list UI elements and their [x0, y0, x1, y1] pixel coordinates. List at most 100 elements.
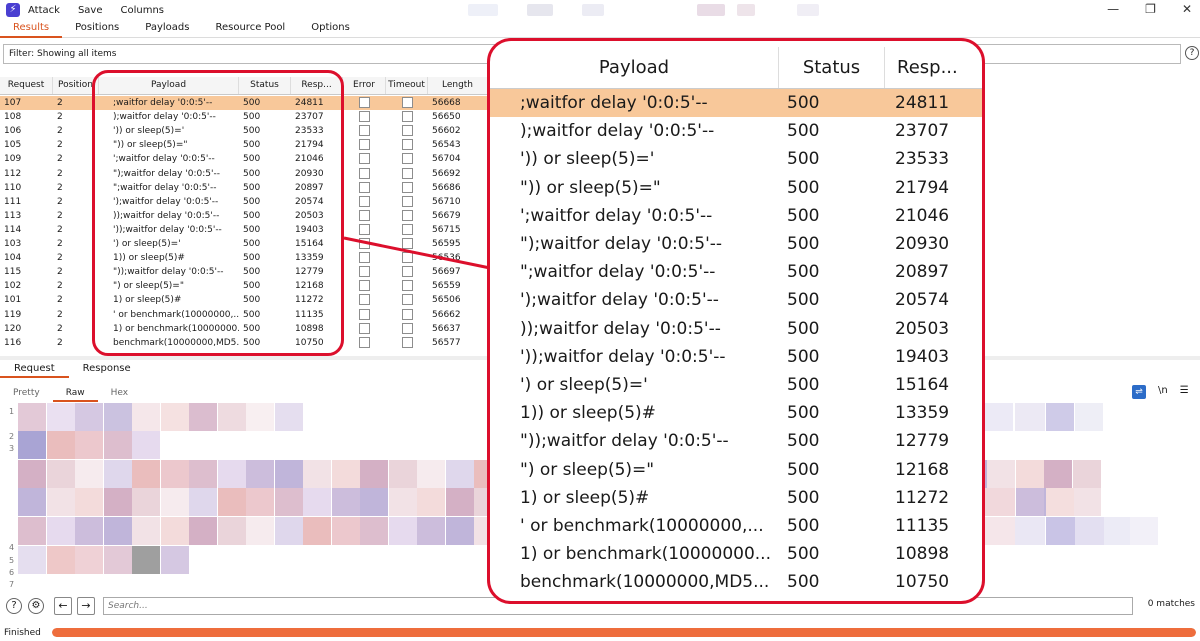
error-checkbox[interactable] — [359, 308, 370, 320]
error-checkbox[interactable] — [359, 322, 370, 334]
help-icon[interactable]: ? — [1185, 46, 1199, 60]
timeout-checkbox[interactable] — [401, 111, 413, 123]
zoom-response-cell: 13359 — [895, 403, 950, 424]
zoom-response-cell: 21046 — [895, 205, 950, 226]
zoom-response-cell: 12168 — [895, 459, 950, 480]
zoom-column-status: Status — [779, 47, 885, 88]
column-header-request[interactable]: Request — [0, 77, 53, 94]
error-checkbox[interactable] — [359, 209, 370, 221]
blurred-content — [1015, 488, 1044, 516]
timeout-checkbox[interactable] — [401, 195, 413, 207]
length-cell: 56543 — [432, 140, 461, 151]
zoom-status-cell: 500 — [787, 177, 820, 198]
blurred-content — [75, 488, 103, 516]
column-header-length[interactable]: Length — [428, 77, 488, 94]
blurred-content — [1015, 460, 1044, 488]
tab-raw[interactable]: Raw — [52, 386, 98, 402]
timeout-checkbox[interactable] — [401, 97, 413, 108]
blurred-content — [75, 517, 103, 545]
timeout-checkbox-cell — [386, 279, 428, 293]
timeout-checkbox[interactable] — [401, 280, 413, 292]
timeout-checkbox[interactable] — [401, 223, 413, 235]
column-header-timeout[interactable]: Timeout — [386, 77, 428, 94]
error-checkbox[interactable] — [359, 280, 370, 292]
maximize-icon[interactable]: ❐ — [1145, 2, 1156, 16]
error-checkbox-cell — [343, 237, 386, 251]
wrap-icon[interactable]: ⇌ — [1132, 385, 1146, 399]
timeout-checkbox-cell — [386, 293, 428, 307]
timeout-checkbox[interactable] — [401, 252, 413, 264]
progress-bar — [52, 628, 1196, 637]
status-bar: Finished — [0, 624, 1200, 641]
tab-resource-pool[interactable]: Resource Pool — [202, 20, 298, 38]
timeout-checkbox-cell — [386, 251, 428, 265]
timeout-checkbox[interactable] — [401, 209, 413, 221]
blurred-content — [132, 460, 160, 488]
error-checkbox[interactable] — [359, 97, 370, 108]
zoom-payload-cell: ')) or sleep(5)=' — [520, 149, 655, 170]
view-options: ⇌ \n ☰ — [1132, 385, 1189, 399]
error-checkbox[interactable] — [359, 139, 370, 151]
menu-icon[interactable]: ☰ — [1180, 385, 1189, 399]
length-cell: 56668 — [432, 98, 461, 108]
blurred-content — [132, 431, 160, 459]
tab-response[interactable]: Response — [69, 362, 145, 378]
error-checkbox[interactable] — [359, 181, 370, 193]
length-cell: 56506 — [432, 295, 461, 306]
newline-toggle[interactable]: \n — [1158, 385, 1168, 399]
length-cell: 56697 — [432, 267, 461, 278]
request-cell: 120 — [4, 323, 22, 334]
error-checkbox[interactable] — [359, 167, 370, 179]
timeout-checkbox-cell — [386, 181, 428, 195]
menu-save[interactable]: Save — [78, 5, 103, 16]
error-checkbox[interactable] — [359, 238, 370, 249]
error-checkbox[interactable] — [359, 153, 370, 165]
request-cell: 116 — [4, 337, 22, 348]
tab-pretty[interactable]: Pretty — [0, 386, 53, 402]
error-checkbox[interactable] — [359, 294, 370, 306]
error-checkbox[interactable] — [359, 125, 370, 137]
blurred-content — [160, 546, 189, 574]
timeout-checkbox[interactable] — [401, 125, 413, 137]
tab-options[interactable]: Options — [298, 20, 363, 38]
tab-request[interactable]: Request — [0, 362, 69, 378]
length-cell: 56662 — [432, 309, 461, 320]
menu-columns[interactable]: Columns — [120, 5, 164, 16]
blurred-content — [388, 460, 417, 488]
zoom-payload-cell: "));waitfor delay '0:0:5'-- — [520, 431, 729, 452]
timeout-checkbox[interactable] — [401, 139, 413, 151]
gear-icon[interactable]: ⚙ — [28, 598, 44, 614]
error-checkbox[interactable] — [359, 252, 370, 264]
help-icon[interactable]: ? — [6, 598, 22, 614]
tab-payloads[interactable]: Payloads — [132, 20, 202, 38]
timeout-checkbox[interactable] — [401, 336, 413, 348]
menu-attack[interactable]: Attack — [28, 5, 60, 16]
timeout-checkbox[interactable] — [401, 167, 413, 179]
tab-positions[interactable]: Positions — [62, 20, 132, 38]
error-checkbox[interactable] — [359, 336, 370, 348]
zoom-response-cell: 19403 — [895, 346, 950, 367]
error-checkbox[interactable] — [359, 223, 370, 235]
timeout-checkbox[interactable] — [401, 238, 413, 249]
tab-hex[interactable]: Hex — [98, 386, 141, 402]
tab-results[interactable]: Results — [0, 20, 63, 38]
timeout-checkbox-cell — [386, 308, 428, 322]
zoom-response-cell: 12779 — [895, 431, 950, 452]
timeout-checkbox[interactable] — [401, 181, 413, 193]
blurred-content — [1075, 403, 1103, 431]
blurred-content — [985, 488, 1015, 516]
timeout-checkbox[interactable] — [401, 308, 413, 320]
close-icon[interactable]: ✕ — [1182, 2, 1192, 16]
error-checkbox[interactable] — [359, 195, 370, 207]
timeout-checkbox[interactable] — [401, 322, 413, 334]
line-number: 7 — [9, 580, 15, 589]
minimize-icon[interactable]: — — [1107, 2, 1119, 16]
timeout-checkbox[interactable] — [401, 266, 413, 278]
next-icon[interactable]: → — [77, 597, 95, 615]
timeout-checkbox[interactable] — [401, 294, 413, 306]
column-header-error[interactable]: Error — [343, 77, 386, 94]
error-checkbox[interactable] — [359, 266, 370, 278]
previous-icon[interactable]: ← — [54, 597, 72, 615]
error-checkbox[interactable] — [359, 111, 370, 123]
timeout-checkbox[interactable] — [401, 153, 413, 165]
